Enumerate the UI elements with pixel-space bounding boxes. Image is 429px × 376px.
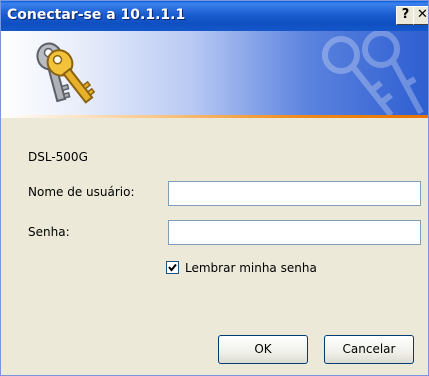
checkmark-icon (168, 263, 177, 272)
keys-icon (36, 42, 96, 104)
banner-accent-line (1, 115, 428, 118)
remember-password-label[interactable]: Lembrar minha senha (185, 261, 317, 275)
banner (1, 31, 428, 115)
username-field[interactable] (168, 181, 421, 206)
checkbox-box[interactable] (166, 261, 179, 274)
password-label: Senha: (28, 225, 70, 239)
close-button[interactable]: ✕ (413, 6, 428, 25)
username-label: Nome de usuário: (28, 185, 135, 199)
background-keys-icon (322, 31, 424, 115)
password-field[interactable] (168, 220, 421, 245)
ok-button[interactable]: OK (218, 335, 308, 364)
login-dialog: Conectar-se a 10.1.1.1 ? ✕ DSL-500G Nome… (0, 0, 429, 376)
window-title: Conectar-se a 10.1.1.1 (7, 7, 186, 23)
title-bar[interactable]: Conectar-se a 10.1.1.1 ? ✕ (1, 1, 428, 31)
device-name: DSL-500G (28, 150, 88, 164)
cancel-button[interactable]: Cancelar (324, 335, 414, 364)
